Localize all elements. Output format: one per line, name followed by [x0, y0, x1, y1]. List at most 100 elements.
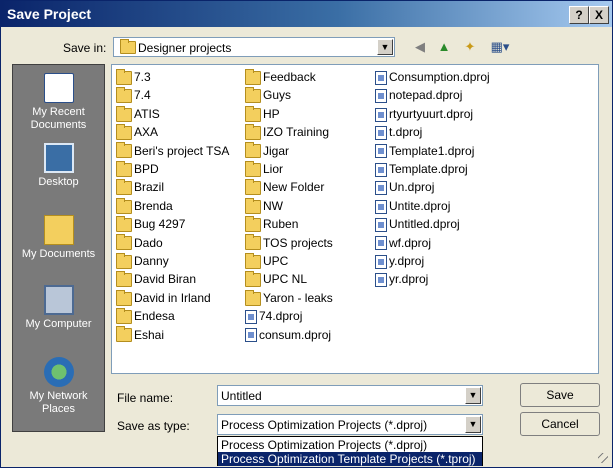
- item-label: Jigar: [263, 143, 290, 158]
- place-recent-documents[interactable]: My Recent Documents: [13, 73, 104, 132]
- folder-item[interactable]: Bug 4297: [116, 216, 185, 233]
- folder-item[interactable]: HP: [245, 105, 280, 122]
- folder-icon: [245, 216, 261, 233]
- file-item[interactable]: yr.dproj: [375, 271, 429, 288]
- file-name-input[interactable]: Untitled ▼: [217, 385, 483, 406]
- folder-icon: [116, 197, 132, 214]
- folder-item[interactable]: Endesa: [116, 308, 175, 325]
- folder-item[interactable]: NW: [245, 197, 283, 214]
- item-label: wf.dproj: [389, 235, 432, 250]
- item-label: Endesa: [134, 309, 175, 324]
- item-label: David Biran: [134, 272, 197, 287]
- chevron-down-icon[interactable]: ▼: [377, 39, 393, 55]
- file-item[interactable]: Untitled.dproj: [375, 216, 460, 233]
- place-network[interactable]: My Network Places: [13, 357, 104, 416]
- item-label: Guys: [263, 88, 292, 103]
- folder-icon: [116, 271, 132, 288]
- folder-icon: [116, 142, 132, 159]
- recent-documents-icon: [43, 73, 74, 103]
- folder-icon: [116, 68, 132, 85]
- folder-item[interactable]: TOS projects: [245, 234, 333, 251]
- save-in-combobox[interactable]: Designer projects ▼: [113, 37, 395, 57]
- save-button[interactable]: Save: [520, 383, 600, 407]
- place-label: My Documents: [21, 248, 96, 260]
- folder-item[interactable]: Brenda: [116, 197, 173, 214]
- place-my-computer[interactable]: My Computer: [13, 285, 104, 331]
- folder-item[interactable]: UPC: [245, 252, 288, 269]
- folder-item[interactable]: Brazil: [116, 179, 164, 196]
- place-my-documents[interactable]: My Documents: [13, 215, 104, 261]
- save-type-dropdown-list[interactable]: Process Optimization Projects (*.dproj) …: [217, 436, 483, 466]
- file-item[interactable]: notepad.dproj: [375, 87, 462, 104]
- file-item[interactable]: y.dproj: [375, 253, 424, 269]
- folder-icon: [116, 87, 132, 104]
- chevron-down-icon[interactable]: ▼: [465, 387, 481, 404]
- file-name-value: Untitled: [221, 389, 262, 403]
- save-type-select[interactable]: Process Optimization Projects (*.dproj) …: [217, 414, 483, 435]
- folder-item[interactable]: Guys: [245, 87, 292, 104]
- file-item[interactable]: t.dproj: [375, 124, 422, 141]
- dproj-file-icon: [375, 162, 387, 177]
- help-button[interactable]: ?: [569, 6, 589, 24]
- save-type-value: Process Optimization Projects (*.dproj): [221, 418, 428, 432]
- folder-item[interactable]: Danny: [116, 252, 169, 269]
- folder-item[interactable]: Eshai: [116, 326, 164, 343]
- folder-item[interactable]: Jigar: [245, 142, 290, 159]
- place-desktop[interactable]: Desktop: [13, 143, 104, 189]
- item-label: Un.dproj: [389, 180, 435, 195]
- folder-item[interactable]: Beri's project TSA: [116, 142, 229, 159]
- item-label: rtyurtyuurt.dproj: [389, 106, 474, 121]
- folder-item[interactable]: New Folder: [245, 179, 325, 196]
- dropdown-option[interactable]: Process Optimization Projects (*.dproj): [218, 438, 482, 452]
- folder-item[interactable]: Dado: [116, 234, 163, 251]
- close-button[interactable]: X: [589, 6, 609, 24]
- file-item[interactable]: Template.dproj: [375, 161, 468, 177]
- folder-item[interactable]: Feedback: [245, 68, 316, 85]
- dproj-file-icon: [375, 199, 387, 214]
- folder-item[interactable]: Ruben: [245, 216, 298, 233]
- item-label: New Folder: [263, 180, 325, 195]
- cancel-button[interactable]: Cancel: [520, 412, 600, 436]
- dropdown-option-selected[interactable]: Process Optimization Template Projects (…: [218, 452, 482, 466]
- resize-grip[interactable]: [598, 453, 608, 463]
- back-icon[interactable]: ◀: [411, 39, 429, 55]
- folder-icon: [245, 87, 261, 104]
- file-item[interactable]: Template1.dproj: [375, 143, 474, 159]
- folder-item[interactable]: ATIS: [116, 105, 160, 122]
- folder-icon: [116, 326, 132, 343]
- file-item[interactable]: wf.dproj: [375, 235, 431, 251]
- file-list[interactable]: 7.3 7.4 ATIS AXA Beri's project TSA BPD Brazil…: [111, 64, 599, 374]
- new-folder-icon[interactable]: ✦: [461, 39, 479, 55]
- item-label: David in Irland: [134, 290, 211, 305]
- folder-item[interactable]: UPC NL: [245, 271, 307, 288]
- chevron-down-icon[interactable]: ▼: [465, 416, 481, 433]
- item-label: y.dproj: [389, 254, 425, 268]
- view-menu-icon[interactable]: ▦▾: [487, 39, 513, 55]
- file-item[interactable]: consum.dproj: [245, 327, 331, 343]
- folder-item[interactable]: Yaron - leaks: [245, 289, 333, 306]
- dproj-file-icon: [375, 89, 387, 104]
- up-folder-icon[interactable]: ▲: [435, 39, 453, 55]
- item-label: BPD: [134, 162, 159, 176]
- folder-item[interactable]: 7.4: [116, 87, 151, 104]
- folder-item[interactable]: David Biran: [116, 271, 197, 288]
- my-documents-icon: [43, 215, 74, 245]
- folder-icon: [245, 142, 261, 159]
- folder-item[interactable]: AXA: [116, 124, 158, 141]
- file-item[interactable]: 74.dproj: [245, 308, 302, 325]
- folder-item[interactable]: BPD: [116, 160, 159, 177]
- file-item[interactable]: Consumption.dproj: [375, 69, 490, 85]
- folder-item[interactable]: Lior: [245, 160, 283, 177]
- file-item[interactable]: Un.dproj: [375, 179, 435, 196]
- file-item[interactable]: rtyurtyuurt.dproj: [375, 106, 473, 122]
- title-bar: Save Project ? X: [1, 1, 612, 27]
- folder-item[interactable]: David in Irland: [116, 289, 211, 306]
- folder-item[interactable]: 7.3: [116, 68, 151, 85]
- save-in-value: Designer projects: [138, 41, 232, 55]
- item-label: yr.dproj: [389, 272, 429, 287]
- file-item[interactable]: Untite.dproj: [375, 198, 450, 214]
- folder-item[interactable]: IZO Training: [245, 124, 329, 141]
- item-label: Template.dproj: [389, 162, 468, 176]
- desktop-icon: [43, 143, 74, 173]
- folder-icon: [116, 308, 132, 325]
